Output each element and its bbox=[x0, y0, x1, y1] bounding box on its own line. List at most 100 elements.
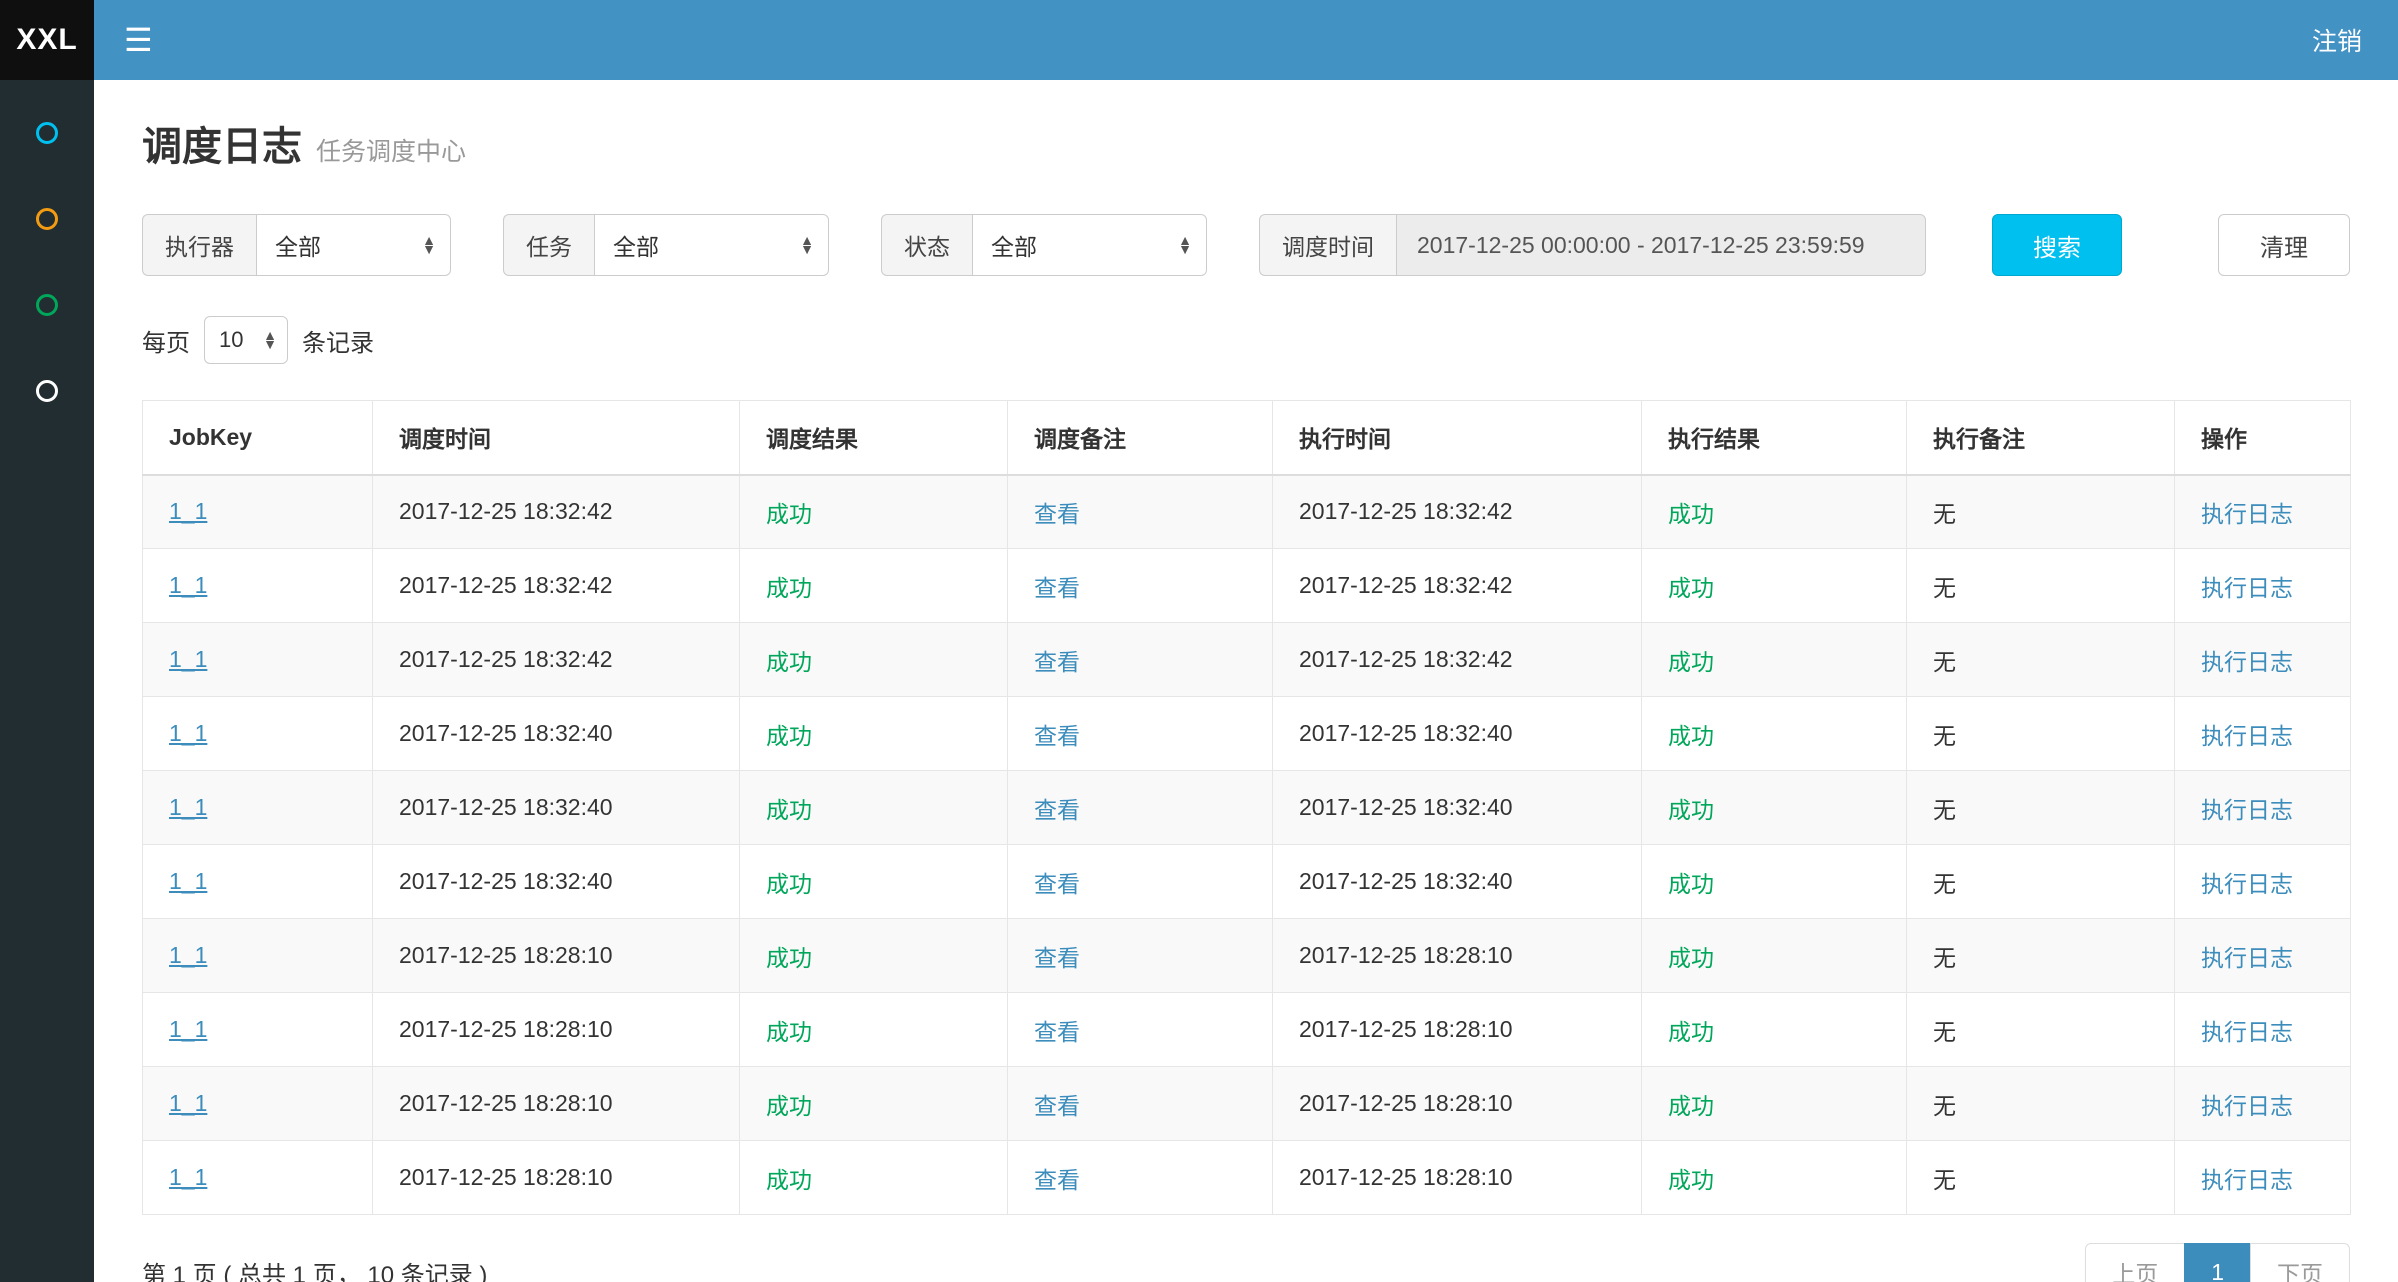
execution-log-link[interactable]: 执行日志 bbox=[2201, 1019, 2293, 1045]
trigger-result-cell: 成功 bbox=[766, 649, 812, 675]
trigger-time-range-input[interactable] bbox=[1396, 214, 1926, 276]
trigger-time-cell: 2017-12-25 18:32:40 bbox=[399, 794, 613, 820]
trigger-msg-view-link[interactable]: 查看 bbox=[1034, 575, 1080, 601]
handle-result-cell: 成功 bbox=[1668, 575, 1714, 601]
execution-log-link[interactable]: 执行日志 bbox=[2201, 1167, 2293, 1193]
jobkey-link[interactable]: 1_1 bbox=[169, 1164, 207, 1190]
handle-time-cell: 2017-12-25 18:28:10 bbox=[1299, 1016, 1513, 1042]
circle-icon-green[interactable] bbox=[36, 294, 58, 316]
sidebar-toggle-hamburger-icon[interactable]: ☰ bbox=[124, 24, 153, 56]
trigger-result-cell: 成功 bbox=[766, 1167, 812, 1193]
jobkey-link[interactable]: 1_1 bbox=[169, 720, 207, 746]
table-body: 1_12017-12-25 18:32:42成功查看2017-12-25 18:… bbox=[143, 475, 2351, 1215]
handle-time-cell: 2017-12-25 18:32:42 bbox=[1299, 646, 1513, 672]
handle-time-cell: 2017-12-25 18:28:10 bbox=[1299, 1090, 1513, 1116]
logout-link[interactable]: 注销 bbox=[2312, 22, 2362, 58]
handle-result-cell: 成功 bbox=[1668, 1093, 1714, 1119]
app-window: XXL ☰ 注销 调度日志 任务调度中心 执行器 全部 ▲▼ 任务 全部 bbox=[0, 0, 2398, 1282]
handle-result-cell: 成功 bbox=[1668, 797, 1714, 823]
handle-msg-cell: 无 bbox=[1933, 1167, 1956, 1193]
table-row: 1_1 2017-12-25 18:28:10 成功 查看 2017-12-25 18:… bbox=[143, 1141, 2351, 1215]
circle-icon-orange[interactable] bbox=[36, 208, 58, 230]
handle-msg-cell: 无 bbox=[1933, 1093, 1956, 1119]
trigger-time-filter-group: 调度时间 bbox=[1259, 214, 1926, 276]
trigger-msg-view-link[interactable]: 查看 bbox=[1034, 1093, 1080, 1119]
execution-log-link[interactable]: 执行日志 bbox=[2201, 649, 2293, 675]
jobkey-link[interactable]: 1_1 bbox=[169, 794, 207, 820]
execution-log-link[interactable]: 执行日志 bbox=[2201, 723, 2293, 749]
handle-result-cell: 成功 bbox=[1668, 649, 1714, 675]
pagination: 上页 1 下页 bbox=[2085, 1243, 2350, 1282]
circle-icon-aqua[interactable] bbox=[36, 122, 58, 144]
job-select[interactable]: 全部 ▲▼ bbox=[594, 214, 829, 276]
status-select[interactable]: 全部 ▲▼ bbox=[972, 214, 1207, 276]
trigger-result-cell: 成功 bbox=[766, 945, 812, 971]
table-footer: 第 1 页 ( 总共 1 页， 10 条记录 ) 上页 1 下页 bbox=[142, 1243, 2350, 1282]
trigger-msg-view-link[interactable]: 查看 bbox=[1034, 797, 1080, 823]
jobkey-link[interactable]: 1_1 bbox=[169, 942, 207, 968]
handle-result-cell: 成功 bbox=[1668, 501, 1714, 527]
table-row: 1_12017-12-25 18:32:42成功查看2017-12-25 18:… bbox=[143, 475, 2351, 549]
jobkey-link[interactable]: 1_1 bbox=[169, 1016, 207, 1042]
execution-log-link[interactable]: 执行日志 bbox=[2201, 797, 2293, 823]
handle-result-cell: 成功 bbox=[1668, 945, 1714, 971]
handle-time-cell: 2017-12-25 18:32:40 bbox=[1299, 720, 1513, 746]
trigger-msg-view-link[interactable]: 查看 bbox=[1034, 649, 1080, 675]
pagination-next-button[interactable]: 下页 bbox=[2250, 1243, 2350, 1282]
page-size-value: 10 bbox=[219, 327, 243, 353]
handle-result-cell: 成功 bbox=[1668, 871, 1714, 897]
clear-button[interactable]: 清理 bbox=[2218, 214, 2350, 276]
execution-log-link[interactable]: 执行日志 bbox=[2201, 945, 2293, 971]
handle-msg-cell: 无 bbox=[1933, 501, 1956, 527]
trigger-time-cell: 2017-12-25 18:32:40 bbox=[399, 868, 613, 894]
executor-filter-label: 执行器 bbox=[142, 214, 256, 276]
executor-select[interactable]: 全部 ▲▼ bbox=[256, 214, 451, 276]
select-stepper-icon: ▲▼ bbox=[422, 236, 436, 253]
table-row: 1_12017-12-25 18:32:42成功查看2017-12-25 18:… bbox=[143, 623, 2351, 697]
trigger-msg-view-link[interactable]: 查看 bbox=[1034, 723, 1080, 749]
execution-log-link[interactable]: 执行日志 bbox=[2201, 501, 2293, 527]
table-row: 1_12017-12-25 18:32:42成功查看2017-12-25 18:… bbox=[143, 549, 2351, 623]
job-select-value: 全部 bbox=[613, 228, 659, 262]
jobkey-link[interactable]: 1_1 bbox=[169, 572, 207, 598]
table-row: 1_12017-12-25 18:28:10成功查看2017-12-25 18:… bbox=[143, 919, 2351, 993]
jobkey-link[interactable]: 1_1 bbox=[169, 868, 207, 894]
handle-msg-cell: 无 bbox=[1933, 649, 1956, 675]
top-navbar: XXL ☰ 注销 bbox=[0, 0, 2398, 80]
column-header-trigger-result: 调度结果 bbox=[740, 401, 1008, 475]
trigger-msg-view-link[interactable]: 查看 bbox=[1034, 945, 1080, 971]
trigger-time-cell: 2017-12-25 18:28:10 bbox=[399, 1090, 613, 1116]
select-stepper-icon: ▲▼ bbox=[263, 331, 277, 348]
trigger-msg-view-link[interactable]: 查看 bbox=[1034, 1167, 1080, 1193]
trigger-msg-view-link[interactable]: 查看 bbox=[1034, 1019, 1080, 1045]
handle-msg-cell: 无 bbox=[1933, 1019, 1956, 1045]
column-header-handle-result: 执行结果 bbox=[1642, 401, 1907, 475]
page-subtitle: 任务调度中心 bbox=[316, 132, 466, 168]
trigger-msg-view-link[interactable]: 查看 bbox=[1034, 871, 1080, 897]
job-filter-group: 任务 全部 ▲▼ bbox=[503, 214, 829, 276]
jobkey-link[interactable]: 1_1 bbox=[169, 1090, 207, 1116]
handle-msg-cell: 无 bbox=[1933, 723, 1956, 749]
page-size-select[interactable]: 10 ▲▼ bbox=[204, 316, 288, 364]
column-header-jobkey: JobKey bbox=[143, 401, 373, 475]
trigger-msg-view-link[interactable]: 查看 bbox=[1034, 501, 1080, 527]
jobkey-link[interactable]: 1_1 bbox=[169, 646, 207, 672]
execution-log-link[interactable]: 执行日志 bbox=[2201, 871, 2293, 897]
column-header-trigger-msg: 调度备注 bbox=[1008, 401, 1273, 475]
trigger-time-cell: 2017-12-25 18:32:40 bbox=[399, 720, 613, 746]
circle-icon-white[interactable] bbox=[36, 380, 58, 402]
trigger-time-cell: 2017-12-25 18:28:10 bbox=[399, 1164, 613, 1190]
handle-time-cell: 2017-12-25 18:28:10 bbox=[1299, 1164, 1513, 1190]
search-button[interactable]: 搜索 bbox=[1992, 214, 2122, 276]
handle-result-cell: 成功 bbox=[1668, 1019, 1714, 1045]
pagination-page-1-button[interactable]: 1 bbox=[2184, 1243, 2251, 1282]
handle-time-cell: 2017-12-25 18:32:40 bbox=[1299, 794, 1513, 820]
execution-log-link[interactable]: 执行日志 bbox=[2201, 575, 2293, 601]
column-header-action: 操作 bbox=[2175, 401, 2351, 475]
execution-log-link[interactable]: 执行日志 bbox=[2201, 1093, 2293, 1119]
jobkey-link[interactable]: 1_1 bbox=[169, 498, 207, 524]
trigger-result-cell: 成功 bbox=[766, 723, 812, 749]
table-header: JobKey 调度时间 调度结果 调度备注 执行时间 执行结果 执行备注 操作 bbox=[143, 401, 2351, 475]
pagination-prev-button[interactable]: 上页 bbox=[2085, 1243, 2185, 1282]
trigger-result-cell: 成功 bbox=[766, 575, 812, 601]
